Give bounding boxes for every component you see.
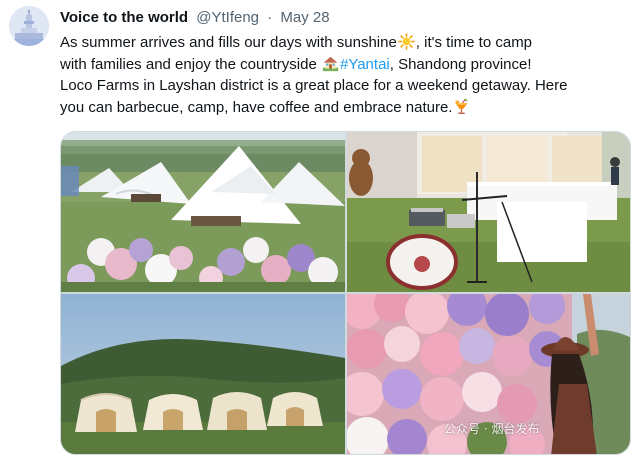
tweet-text-segment: with families and enjoy the countryside (60, 55, 321, 73)
display-name[interactable]: Voice to the world (60, 9, 188, 26)
photo-bell-tents-image (61, 294, 345, 454)
separator-dot: · (267, 9, 273, 26)
tweet-date[interactable]: May 28 (280, 9, 329, 26)
sun-emoji-icon (397, 33, 415, 50)
tweet-text: As summer arrives and fills our days wit… (60, 32, 635, 118)
house-emoji-icon (322, 56, 339, 71)
photo-bell-tents[interactable] (61, 294, 345, 454)
tweet-text-line: you can barbecue, camp, have coffee and … (60, 97, 635, 119)
watermark-text: 公众号 · 烟台发布 (444, 422, 540, 436)
media-grid: 公众号 · 烟台发布 (60, 131, 631, 455)
tweet-card[interactable]: Voice to the world @YtIfeng · May 28 As … (0, 0, 643, 457)
tweet-header: Voice to the world @YtIfeng · May 28 (60, 8, 330, 28)
tropical-drink-emoji-icon (455, 98, 468, 114)
photo-tents-flowers[interactable] (61, 132, 345, 292)
photo-drums-cafe[interactable] (347, 132, 630, 292)
avatar[interactable] (9, 6, 49, 46)
avatar-logo-icon (9, 6, 49, 46)
photo-flower-wall[interactable]: 公众号 · 烟台发布 (347, 294, 630, 454)
tweet-text-segment: , Shandong province! (389, 55, 532, 73)
tweet-text-line: with families and enjoy the countryside … (60, 54, 635, 76)
tweet-text-segment: , it's time to camp (415, 34, 533, 51)
hashtag-link[interactable]: #Yantai (340, 56, 390, 73)
tweet-text-line: As summer arrives and fills our days wit… (60, 32, 635, 54)
tweet-text-segment: you can barbecue, camp, have coffee and … (60, 98, 453, 116)
tweet-text-segment: As summer arrives and fills our days wit… (60, 34, 397, 51)
tweet-text-line: Loco Farms in Layshan district is a grea… (60, 77, 568, 94)
photo-drums-cafe-image (347, 132, 630, 292)
user-handle[interactable]: @YtIfeng (196, 9, 259, 26)
photo-tents-flowers-image (61, 132, 345, 292)
